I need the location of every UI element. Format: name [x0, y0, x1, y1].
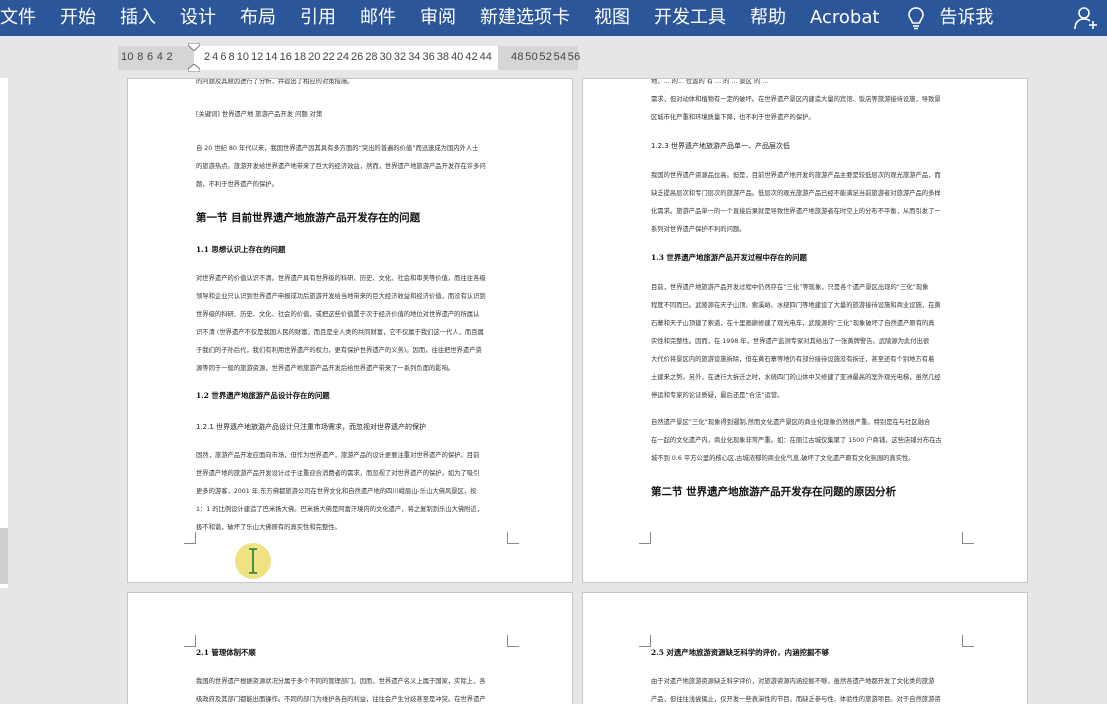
ruler-mid-numbers: 2 4 6 8 10 12 14 16 18 20 22 24 26 28 30… [204, 51, 492, 63]
margin-corner-bottom-right [507, 532, 519, 544]
menu-help[interactable]: 帮助 [738, 0, 798, 36]
ibeam-cursor-icon [249, 548, 257, 574]
menu-insert[interactable]: 插入 [108, 0, 168, 36]
heading-2-5: 2.5 对遗产地旅游资源缺乏科学的评价，内涵挖掘不够 [651, 648, 830, 657]
tell-me-search[interactable]: 告诉我 [927, 0, 1005, 36]
document-page-2[interactable]: 地，... 的... 位置的 有 ... 的 ... 景区 的 ... 需求，但… [582, 78, 1028, 583]
page1-line0: 的问题及其原因进行了分析，并提出了相应的对策措施。 [196, 78, 354, 85]
hanging-indent-marker[interactable] [188, 64, 200, 72]
menu-file[interactable]: 文件 [0, 0, 48, 36]
left-navigation-strip [0, 78, 8, 588]
menu-layout[interactable]: 布局 [228, 0, 288, 36]
paragraph-1-2-1: 固然，旅游产品开发应面向市场，但作为世界遗产，旅游产品的设计更要注重对世界遗产的… [196, 452, 484, 531]
menu-references[interactable]: 引用 [288, 0, 348, 36]
margin-corner-top-left [639, 635, 651, 647]
ribbon-menubar: 文件 开始 插入 设计 布局 引用 邮件 审阅 新建选项卡 视图 开发工具 帮助… [0, 0, 1107, 36]
lightbulb-icon[interactable] [905, 4, 927, 32]
keywords-line: [关键词] 世界遗产地 旅游产品开发 问题 对策 [196, 111, 323, 118]
left-scroll-handle[interactable] [0, 528, 8, 584]
margin-corner-bottom-right [962, 532, 974, 544]
menu-view[interactable]: 视图 [582, 0, 642, 36]
section-1-heading: 第一节 目前世界遗产地旅游产品开发存在的问题 [196, 212, 421, 224]
menu-design[interactable]: 设计 [168, 0, 228, 36]
page2-top-paragraph: 地，... 的... 位置的 有 ... 的 ... 景区 的 ... 需求，但… [651, 78, 941, 121]
document-page-4[interactable]: 2.5 对遗产地旅游资源缺乏科学的评价，内涵挖掘不够 由于对遗产地旅游资源缺乏科… [582, 592, 1028, 704]
heading-1-2-3: 1.2.3 世界遗产地旅游产品单一、产品层次低 [651, 142, 791, 150]
section-2-heading: 第二节 世界遗产地旅游产品开发存在问题的原因分析 [651, 486, 897, 498]
margin-corner-top-left [184, 635, 196, 647]
heading-1-3: 1.3 世界遗产地旅游产品开发过程中存在的问题 [651, 253, 807, 262]
heading-1-1: 1.1 思想认识上存在的问题 [196, 245, 286, 254]
menu-home[interactable]: 开始 [48, 0, 108, 36]
paragraph-1-3-b: 自然遗产景区“三化”现象得到遏制,然而文化遗产景区的商业化现象仍然很严重。特别是… [651, 419, 942, 462]
ruler-right-numbers: 48 50 52 54 56 [511, 51, 581, 63]
menu-review[interactable]: 审阅 [408, 0, 468, 36]
menu-developer[interactable]: 开发工具 [642, 0, 738, 36]
horizontal-ruler: 10 8 6 4 2 2 4 6 8 10 12 14 16 18 20 22 … [0, 40, 1107, 78]
paragraph-2-5: 由于对遗产地旅游资源缺乏科学评价，对旅游资源内涵挖掘不够，虽然各遗产地都开发了文… [651, 678, 941, 703]
heading-1-2: 1.2 世界遗产地旅游产品设计存在的问题 [196, 391, 330, 400]
paragraph-1-3: 目前，世界遗产地旅游产品开发过程中仍然存在“三化”等现象，只是各个遗产景区出现的… [651, 284, 941, 399]
ruler-left-numbers: 10 8 6 4 2 [121, 51, 173, 63]
menu-acrobat[interactable]: Acrobat [798, 0, 891, 36]
paragraph-1-2-3: 我国的世界遗产资源品位高。但是，目前世界遗产地开发的旅游产品主要是较低层次的观光… [651, 172, 941, 233]
menu-new-tab[interactable]: 新建选项卡 [468, 0, 582, 36]
document-page-1[interactable]: 的问题及其原因进行了分析，并提出了相应的对策措施。 [关键词] 世界遗产地 旅游… [127, 78, 573, 583]
margin-corner-bottom-left [184, 532, 196, 544]
share-person-icon[interactable] [1073, 5, 1099, 31]
document-page-3[interactable]: 2.1 管理体制不顺 我国的世界遗产根据资源状况分属于多个不同的管理部门。因而，… [127, 592, 573, 704]
intro-paragraph: 自 20 世纪 80 年代以来，我国世界遗产因其具有多方面的“突出的普遍的价值”… [196, 145, 486, 188]
heading-1-2-1: 1.2.1 世界遗产地旅游产品设计只注重市场需求，而忽视对世界遗产的保护 [196, 423, 427, 431]
paragraph-1-1: 对世界遗产的价值认识不清。世界遗产具有世界级的科研、历史、文化、社会和审美等价值… [196, 275, 486, 372]
paragraph-2-1: 我国的世界遗产根据资源状况分属于多个不同的管理部门。因而，世界遗产名义上属于国家… [196, 678, 486, 703]
heading-2-1: 2.1 管理体制不顺 [196, 648, 256, 657]
first-line-indent-marker[interactable] [188, 43, 200, 51]
margin-corner-bottom-left [639, 532, 651, 544]
menu-mailings[interactable]: 邮件 [348, 0, 408, 36]
